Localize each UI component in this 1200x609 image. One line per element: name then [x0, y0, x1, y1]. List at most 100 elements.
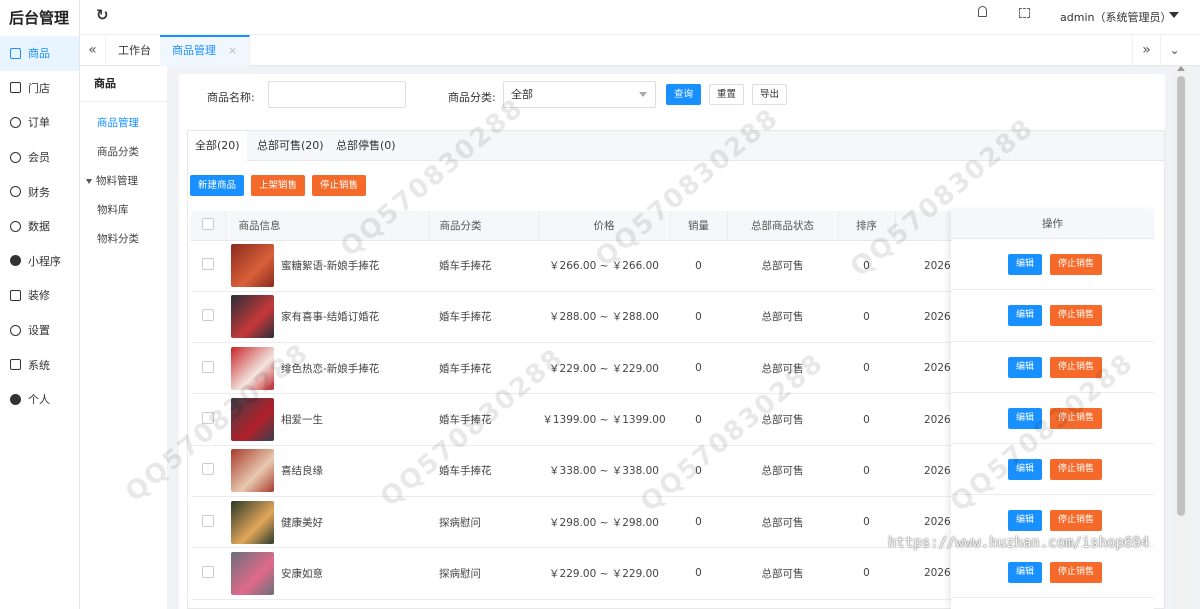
fullscreen-icon[interactable] — [1019, 8, 1030, 18]
sidebar-item-system[interactable]: 系统 — [0, 347, 79, 382]
edit-button[interactable]: 编辑 — [1008, 356, 1043, 378]
product-name[interactable]: 家有喜事-结婚订婚花 — [281, 309, 379, 324]
tab-off-sale[interactable]: 总部停售(0) — [329, 131, 403, 161]
sidebar-item-settings[interactable]: 设置 — [0, 313, 79, 348]
product-sort: 0 — [838, 240, 895, 292]
row-select-cell — [191, 342, 225, 395]
product-name[interactable]: 相爱一生 — [281, 412, 323, 427]
stop-sale-button[interactable]: 停止销售 — [312, 175, 367, 196]
sidebar-item-goods[interactable]: 商品 — [0, 36, 79, 71]
goods-name-input[interactable] — [268, 81, 406, 108]
product-status: 总部可售 — [727, 445, 838, 497]
operation-cell: 编辑 停止销售 — [951, 290, 1154, 342]
product-name[interactable]: 绯色热恋-新娘手捧花 — [281, 361, 379, 376]
row-checkbox[interactable] — [202, 463, 214, 476]
sidebar-item-label: 小程序 — [28, 254, 61, 268]
finance-icon — [10, 186, 21, 198]
sidebar-item-finance[interactable]: 财务 — [0, 174, 79, 209]
sidebar-item-store[interactable]: 门店 — [0, 71, 79, 106]
product-thumbnail — [231, 346, 274, 390]
page-scrollbar[interactable] — [1174, 66, 1188, 609]
reset-button[interactable]: 重置 — [709, 84, 745, 105]
tab-workbench[interactable]: 工作台 — [106, 35, 164, 66]
edit-button[interactable]: 编辑 — [1008, 254, 1043, 275]
scroll-up-arrow-icon[interactable] — [1177, 66, 1185, 71]
product-category: 探病慰问 — [429, 496, 538, 549]
tab-on-sale[interactable]: 总部可售(20) — [250, 131, 331, 161]
tab-all[interactable]: 全部(20) — [188, 131, 247, 162]
product-price: ￥338.00 ~ ￥338.00 — [538, 445, 670, 497]
row-checkbox[interactable] — [202, 514, 214, 527]
row-checkbox[interactable] — [202, 412, 214, 425]
tab-menu-chevron-icon[interactable]: ⌄ — [1160, 35, 1188, 66]
refresh-icon[interactable]: ↻ — [96, 6, 109, 24]
row-checkbox[interactable] — [202, 360, 214, 373]
select-all-checkbox[interactable] — [201, 217, 214, 230]
stop-sale-row-button[interactable]: 停止销售 — [1050, 459, 1103, 481]
row-checkbox[interactable] — [202, 309, 214, 322]
product-name[interactable]: 蜜糖絮语-新娘手捧花 — [281, 258, 379, 273]
product-status: 总部可售 — [727, 342, 838, 395]
user-menu[interactable]: admin（系统管理员） — [1060, 9, 1171, 25]
column-header: 商品信息 — [225, 211, 430, 241]
scrollbar-thumb[interactable] — [1177, 76, 1185, 516]
column-header: 销量 — [670, 211, 728, 241]
product-thumbnail — [231, 398, 274, 442]
row-checkbox[interactable] — [202, 565, 214, 578]
top-bar: ↻ admin（系统管理员） — [80, 0, 1200, 34]
subnav-item-goods-management[interactable]: 商品管理 — [80, 109, 167, 138]
product-sort: 0 — [838, 342, 895, 395]
tab-label: 工作台 — [118, 44, 151, 57]
edit-button[interactable]: 编辑 — [1008, 561, 1043, 583]
tab-goods-management[interactable]: 商品管理 × — [160, 35, 251, 66]
collapse-sidebar-icon[interactable]: « — [80, 35, 106, 66]
edit-button[interactable]: 编辑 — [1008, 510, 1043, 532]
new-goods-button[interactable]: 新建商品 — [190, 175, 245, 196]
product-info-cell: 喜结良缘 — [225, 445, 429, 497]
subnav-item-goods-category[interactable]: 商品分类 — [80, 138, 167, 167]
miniapp-icon — [10, 255, 21, 267]
sidebar-item-members[interactable]: 会员 — [0, 140, 79, 175]
subnav-item-material-library[interactable]: 物料库 — [80, 196, 167, 225]
product-name[interactable]: 健康美好 — [281, 515, 323, 530]
page-tab-bar: « 工作台 商品管理 × » ⌄ — [80, 34, 1200, 66]
export-button[interactable]: 导出 — [752, 84, 788, 105]
subnav-group-materials[interactable]: 物料管理 — [80, 167, 167, 196]
sidebar-item-data[interactable]: 数据 — [0, 209, 79, 244]
on-sale-button[interactable]: 上架销售 — [251, 175, 306, 196]
sidebar-item-miniapp[interactable]: 小程序 — [0, 244, 79, 279]
close-icon[interactable]: × — [228, 44, 237, 57]
row-checkbox[interactable] — [202, 258, 214, 271]
stop-sale-row-button[interactable]: 停止销售 — [1050, 407, 1103, 429]
product-status: 总部可售 — [727, 496, 838, 549]
stop-sale-row-button[interactable]: 停止销售 — [1050, 305, 1103, 327]
sub-nav-title: 商品 — [80, 66, 167, 102]
stop-sale-row-button[interactable]: 停止销售 — [1050, 510, 1103, 532]
product-name[interactable]: 安康如意 — [281, 566, 323, 581]
product-category: 婚车手捧花 — [429, 291, 538, 344]
app-logo: 后台管理 — [9, 9, 70, 27]
product-sales: 0 — [670, 291, 727, 344]
operation-cell: 编辑 停止销售 — [951, 444, 1154, 496]
sidebar-item-orders[interactable]: 订单 — [0, 105, 79, 140]
product-name[interactable]: 喜结良缘 — [281, 463, 323, 478]
tab-scroll-right-icon[interactable]: » — [1132, 35, 1160, 66]
edit-button[interactable]: 编辑 — [1008, 407, 1043, 429]
sidebar-item-personal[interactable]: 个人 — [0, 382, 79, 417]
stop-sale-row-button[interactable]: 停止销售 — [1050, 356, 1103, 378]
edit-button[interactable]: 编辑 — [1008, 305, 1043, 327]
chevron-down-icon[interactable] — [1169, 12, 1179, 18]
goods-category-select[interactable]: 全部 — [503, 81, 656, 108]
sidebar-item-decoration[interactable]: 装修 — [0, 278, 79, 313]
stop-sale-row-button[interactable]: 停止销售 — [1050, 254, 1103, 275]
query-button[interactable]: 查询 — [666, 84, 702, 105]
notification-bell-icon[interactable] — [978, 6, 987, 17]
row-select-cell — [191, 445, 225, 497]
edit-button[interactable]: 编辑 — [1008, 459, 1043, 481]
stop-sale-row-button[interactable]: 停止销售 — [1050, 561, 1103, 583]
status-tabs: 全部(20) 总部可售(20) 总部停售(0) — [188, 131, 1164, 162]
product-info-cell: 健康美好 — [225, 496, 429, 549]
row-select-cell — [191, 291, 225, 344]
subnav-item-material-category[interactable]: 物料分类 — [80, 225, 167, 254]
column-header: 总部商品状态 — [727, 211, 839, 241]
